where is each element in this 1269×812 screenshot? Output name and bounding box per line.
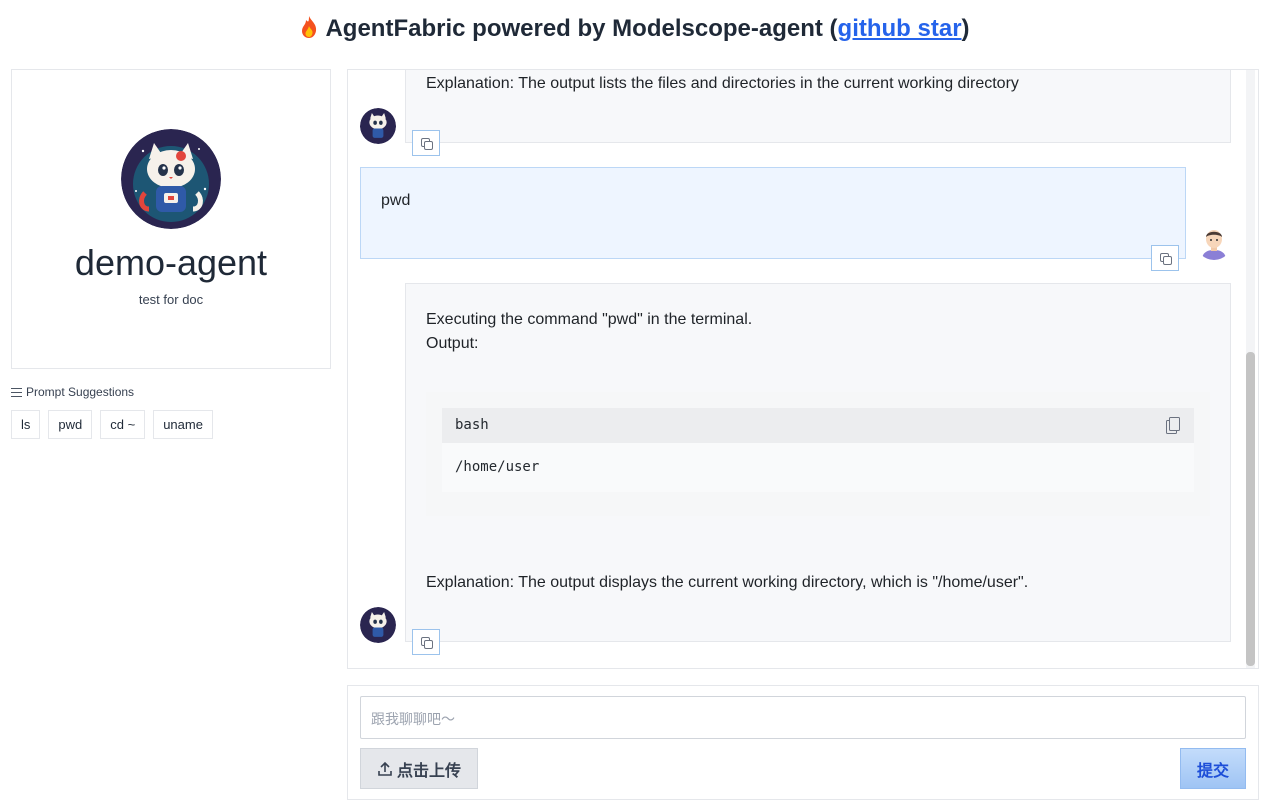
copy-code-icon[interactable] xyxy=(1166,417,1180,434)
bot-avatar xyxy=(360,607,396,643)
page-title: AgentFabric powered by Modelscope-agent … xyxy=(0,12,1269,46)
title-suffix: ) xyxy=(961,15,970,42)
upload-button[interactable]: 点击上传 xyxy=(360,748,478,789)
chat-window[interactable]: Explanation: The output lists the files … xyxy=(347,69,1259,669)
prompt-suggestions-list: ls pwd cd ~ uname xyxy=(11,410,213,439)
suggestion-chip-pwd[interactable]: pwd xyxy=(48,410,93,439)
code-block: bash /home/user xyxy=(426,392,1210,516)
copy-message-button[interactable] xyxy=(412,130,440,156)
copy-message-button[interactable] xyxy=(412,629,440,655)
bot-message: Explanation: The output lists the files … xyxy=(405,70,1231,143)
user-message: pwd xyxy=(360,167,1186,259)
upload-label: 点击上传 xyxy=(396,760,461,780)
bot-message-text: Explanation: The output lists the files … xyxy=(426,75,1019,92)
user-message-text: pwd xyxy=(381,192,411,209)
agent-description: test for doc xyxy=(138,292,204,307)
fire-icon xyxy=(302,16,317,38)
submit-button[interactable]: 提交 xyxy=(1180,748,1246,789)
scrollbar-thumb[interactable] xyxy=(1246,352,1255,666)
bot-message: Executing the command "pwd" in the termi… xyxy=(405,283,1231,642)
bot-message-line: Output: xyxy=(426,335,479,352)
suggestion-chip-ls[interactable]: ls xyxy=(11,410,41,439)
bot-explanation: Explanation: The output displays the cur… xyxy=(426,574,1029,591)
code-block-header: bash xyxy=(442,408,1194,443)
cat-astronaut-avatar xyxy=(121,129,221,229)
prompt-suggestions-label: Prompt Suggestions xyxy=(11,385,134,399)
list-icon xyxy=(11,387,22,397)
bot-avatar xyxy=(360,108,396,144)
title-text: AgentFabric powered by Modelscope-agent … xyxy=(325,15,838,42)
bot-message-line: Executing the command "pwd" in the termi… xyxy=(426,311,753,328)
chat-input[interactable]: 跟我聊聊吧～ xyxy=(360,696,1246,739)
agent-name: demo-agent xyxy=(74,242,268,283)
prompt-suggestions-text: Prompt Suggestions xyxy=(26,385,135,399)
upload-icon xyxy=(378,761,392,776)
input-panel: 跟我聊聊吧～ 点击上传 提交 xyxy=(347,685,1259,800)
copy-message-button[interactable] xyxy=(1151,245,1179,271)
suggestion-chip-uname[interactable]: uname xyxy=(153,410,213,439)
agent-profile-card: demo-agent test for doc xyxy=(11,69,331,369)
github-star-link[interactable]: github star xyxy=(838,15,962,42)
user-avatar xyxy=(1196,224,1232,260)
suggestion-chip-cd[interactable]: cd ~ xyxy=(100,410,146,439)
code-content: /home/user xyxy=(442,443,1194,492)
code-language: bash xyxy=(455,417,489,433)
